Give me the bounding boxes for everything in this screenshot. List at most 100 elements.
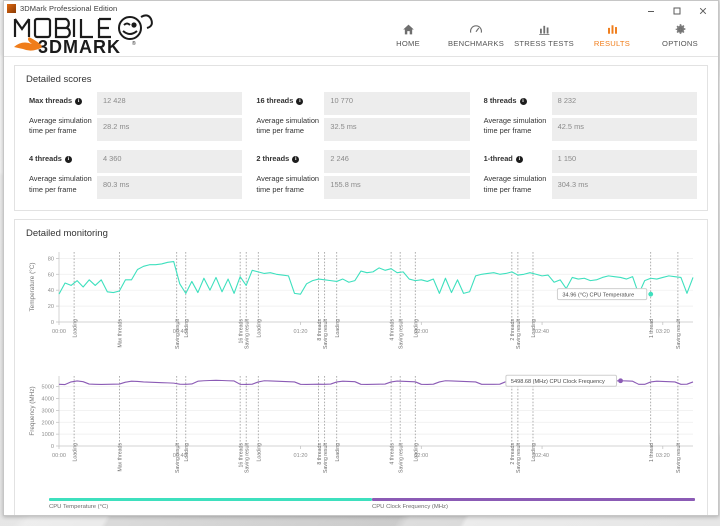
info-icon[interactable]: i — [519, 97, 527, 105]
monitoring-body: 0 20 40 60 80 Temperature (°C) 00:00 00:40 01:20… — [15, 246, 707, 515]
info-icon[interactable]: i — [515, 156, 523, 164]
svg-text:00:00: 00:00 — [52, 329, 66, 335]
speedometer-icon — [469, 22, 483, 37]
nav-item-results[interactable]: RESULTS — [578, 20, 646, 48]
svg-text:Saving result: Saving result — [323, 443, 329, 474]
frequency-chart[interactable]: 0 1000 2000 3000 4000 5000 Frequency (MHz) 00:0… — [23, 370, 699, 492]
svg-text:4000: 4000 — [42, 397, 54, 403]
info-icon[interactable]: i — [64, 156, 72, 164]
score-sub-label: Average simulation time per frame — [29, 115, 92, 136]
svg-text:Loading: Loading — [184, 319, 190, 338]
nav-item-benchmarks[interactable]: BENCHMARKS — [442, 20, 510, 48]
legend-color-swatch — [49, 498, 372, 501]
svg-text:3000: 3000 — [42, 409, 54, 415]
minimize-button[interactable] — [638, 3, 664, 19]
application-window: 3DMark Professional Edition 3DMARK ® HOM… — [3, 0, 719, 516]
svg-text:01:20: 01:20 — [294, 329, 308, 335]
svg-text:3DMARK: 3DMARK — [38, 37, 121, 57]
page-content: Detailed scores Max threads i Average si… — [4, 57, 718, 515]
score-cell-8-threads: 8 threads i Average simulation time per … — [480, 92, 697, 142]
chart-legend: CPU Temperature (°C) CPU Clock Frequency… — [23, 492, 699, 514]
score-labels: 16 threads i Average simulation time per… — [252, 92, 324, 141]
svg-text:Loading: Loading — [184, 443, 190, 462]
score-name: Max threads — [29, 96, 73, 105]
score-cell-1-thread: 1-thread i Average simulation time per f… — [480, 150, 697, 200]
score-sub-label: Average simulation time per frame — [483, 115, 547, 136]
main-navigation: HOME BENCHMARKS STRESS TESTS RESULTS OPT… — [374, 20, 714, 48]
legend-color-swatch — [372, 498, 695, 501]
svg-text:0: 0 — [51, 320, 54, 326]
svg-text:Saving result: Saving result — [244, 319, 250, 350]
score-sub-label: Average simulation time per frame — [29, 173, 92, 194]
info-icon[interactable]: i — [75, 97, 83, 105]
svg-text:2000: 2000 — [42, 421, 54, 427]
score-labels: 1-thread i Average simulation time per f… — [480, 150, 552, 199]
score-avg-value: 155.8 ms — [324, 176, 470, 200]
nav-label-results: RESULTS — [593, 39, 631, 48]
legend-item-temperature: CPU Temperature (°C) — [49, 498, 372, 510]
close-button[interactable] — [690, 3, 716, 19]
score-labels: 2 threads i Average simulation time per … — [252, 150, 324, 199]
score-name: 1-thread — [483, 154, 513, 164]
svg-text:®: ® — [132, 40, 136, 47]
score-sub-label: Average simulation time per frame — [483, 173, 547, 194]
score-name: 2 threads — [256, 154, 290, 164]
svg-text:Saving result: Saving result — [323, 319, 329, 350]
svg-text:Saving result: Saving result — [398, 319, 404, 350]
score-avg-value: 42.5 ms — [551, 118, 697, 142]
svg-text:Saving result: Saving result — [244, 443, 250, 474]
svg-text:Saving result: Saving result — [516, 443, 522, 474]
nav-label-home: HOME — [396, 39, 420, 48]
score-name: 8 threads — [483, 96, 517, 105]
svg-text:Saving result: Saving result — [516, 319, 522, 350]
svg-text:5498.68 (MHz) CPU Clock Freque: 5498.68 (MHz) CPU Clock Frequency — [511, 379, 605, 385]
nav-label-benchmarks: BENCHMARKS — [447, 39, 505, 48]
svg-text:Loading: Loading — [335, 319, 341, 338]
score-value: 4 360 — [97, 150, 243, 174]
svg-text:Frequency (MHz): Frequency (MHz) — [29, 387, 36, 436]
nav-item-stress-tests[interactable]: STRESS TESTS — [510, 20, 578, 48]
svg-text:03:20: 03:20 — [656, 329, 670, 335]
score-value: 2 246 — [324, 150, 470, 174]
svg-text:Loading: Loading — [256, 443, 262, 462]
score-cell-max-threads: Max threads i Average simulation time pe… — [25, 92, 243, 142]
score-name: 16 threads — [256, 96, 294, 105]
gear-icon — [674, 22, 687, 37]
svg-text:03:20: 03:20 — [656, 453, 670, 459]
nav-item-options[interactable]: OPTIONS — [646, 20, 714, 48]
score-labels: 8 threads i Average simulation time per … — [480, 92, 552, 141]
svg-text:0: 0 — [51, 444, 54, 450]
svg-text:4 threads: 4 threads — [389, 319, 395, 341]
maximize-button[interactable] — [664, 3, 690, 19]
svg-text:Loading: Loading — [256, 319, 262, 338]
svg-text:1 thread: 1 thread — [649, 319, 655, 338]
svg-text:80: 80 — [48, 257, 54, 263]
svg-text:20: 20 — [48, 304, 54, 310]
score-name: 4 threads — [29, 154, 62, 164]
score-value: 12 428 — [97, 92, 243, 116]
svg-text:Loading: Loading — [413, 319, 419, 338]
svg-text:5000: 5000 — [42, 385, 54, 391]
svg-text:Saving result: Saving result — [676, 443, 682, 474]
detailed-scores-title: Detailed scores — [26, 74, 92, 85]
nav-item-home[interactable]: HOME — [374, 20, 442, 48]
score-cell-2-threads: 2 threads i Average simulation time per … — [252, 150, 470, 200]
temperature-chart[interactable]: 0 20 40 60 80 Temperature (°C) 00:00 00:40 01:20… — [23, 246, 699, 368]
score-sub-label: Average simulation time per frame — [256, 115, 320, 136]
info-icon[interactable]: i — [292, 156, 300, 164]
svg-text:40: 40 — [48, 289, 54, 295]
app-header: 3DMARK ® HOME BENCHMARKS STRESS TESTS RE… — [4, 7, 718, 57]
bar-chart-icon — [606, 22, 619, 37]
info-icon[interactable]: i — [296, 97, 304, 105]
scores-row: 4 threads i Average simulation time per … — [25, 150, 697, 200]
score-avg-value: 32.5 ms — [324, 118, 470, 142]
svg-text:Loading: Loading — [335, 443, 341, 462]
legend-label-temperature: CPU Temperature (°C) — [49, 503, 109, 510]
svg-text:01:20: 01:20 — [294, 453, 308, 459]
svg-text:Loading: Loading — [531, 443, 537, 462]
svg-text:Saving result: Saving result — [175, 443, 181, 474]
svg-text:60: 60 — [48, 273, 54, 279]
score-sub-label: Average simulation time per frame — [256, 173, 320, 194]
svg-text:1000: 1000 — [42, 433, 54, 439]
svg-text:Loading: Loading — [72, 319, 78, 338]
